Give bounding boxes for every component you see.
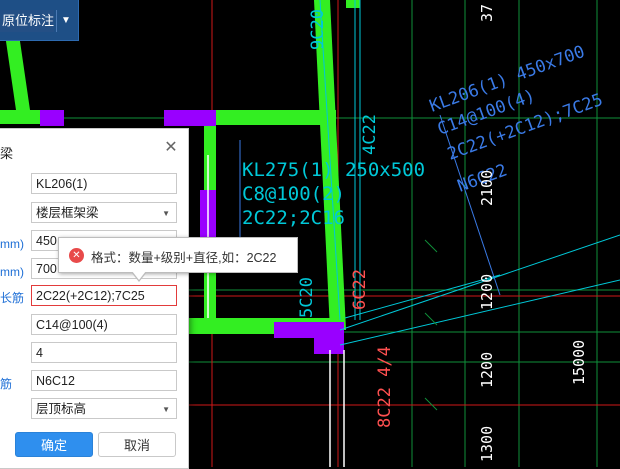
top-long-rebar-field[interactable]: 2C22(+2C12);7C25 <box>31 285 177 306</box>
column-bottom-tail <box>314 336 344 354</box>
stirrup-field[interactable]: C14@100(4) <box>31 314 177 335</box>
row-label-side-rebar: 筋 <box>0 377 13 391</box>
dimension-1200-upper: 1200 <box>478 274 496 310</box>
beam-name-field[interactable]: KL206(1) <box>31 173 177 194</box>
error-icon: ✕ <box>69 248 84 263</box>
beam-property-dialog: 梁 ✕ mm) mm) 长筋 筋 KL206(1) 楼层框架梁 ▼ 450 70… <box>0 128 189 469</box>
beam-left-horizontal <box>0 110 40 124</box>
dimension-1200-lower: 1200 <box>478 352 496 388</box>
side-rebar-field[interactable]: N6C12 <box>31 370 177 391</box>
annotation-8c22: 8C22 4/4 <box>375 346 395 428</box>
stirrup-legs-field[interactable]: 4 <box>31 342 177 363</box>
beam-top-stub <box>346 0 360 8</box>
annotation-4c22: 4C22 <box>360 114 380 155</box>
beam-type-value: 楼层框架梁 <box>36 206 99 220</box>
toolbar-label-original-position[interactable]: 原位标注 <box>0 10 54 32</box>
annotation-toolbar: 原位标注 ▼ <box>0 0 79 41</box>
dimension-37: 37 <box>478 4 496 22</box>
dialog-title: 梁 <box>0 146 14 161</box>
cancel-button[interactable]: 取消 <box>98 432 176 457</box>
row-label-top-long-rebar: 长筋 <box>0 291 25 305</box>
annotation-kl275-line3: 2C22;2C16 <box>242 207 345 229</box>
annotation-kl275-line1: KL275(1) 250x500 <box>242 159 425 181</box>
elevation-select[interactable]: 层顶标高 ▼ <box>31 398 177 419</box>
column-top-left <box>40 110 64 126</box>
close-icon[interactable]: ✕ <box>162 139 180 157</box>
tick-mark-1 <box>424 239 438 253</box>
beam-type-select[interactable]: 楼层框架梁 ▼ <box>31 202 177 223</box>
annotation-kl275-line2: C8@100(2) <box>242 183 345 205</box>
tick-mark-3 <box>424 397 438 411</box>
tooltip-message: 格式：数量+级别+直径,如：2C22 <box>91 251 277 265</box>
dimension-2100: 2100 <box>478 170 496 206</box>
column-top-middle <box>164 110 216 126</box>
dimension-1300: 1300 <box>478 426 496 462</box>
row-label-height: mm) <box>0 265 24 279</box>
column-bottom <box>274 322 344 338</box>
dropdown-arrow-icon: ▼ <box>162 209 170 218</box>
tick-mark-2 <box>424 312 438 326</box>
chevron-down-icon[interactable]: ▼ <box>56 10 75 32</box>
dimension-15000: 15000 <box>570 340 588 385</box>
tooltip-tail-inner <box>132 271 146 280</box>
ok-button[interactable]: 确定 <box>15 432 93 457</box>
dropdown-arrow-icon: ▼ <box>162 405 170 414</box>
elevation-value: 层顶标高 <box>36 402 87 416</box>
annotation-6c22: 6C22 <box>350 269 370 310</box>
beam-top-horizontal <box>216 110 336 125</box>
row-label-width: mm) <box>0 237 24 251</box>
cad-annotations: KL206(1) 450x700 C14@100(4) 2C22(+2C12);… <box>242 4 606 462</box>
annotation-9c20: 9C20 <box>308 9 328 50</box>
annotation-5c20: 5C20 <box>297 277 317 318</box>
validation-tooltip: ✕ 格式：数量+级别+直径,如：2C22 <box>58 237 298 273</box>
